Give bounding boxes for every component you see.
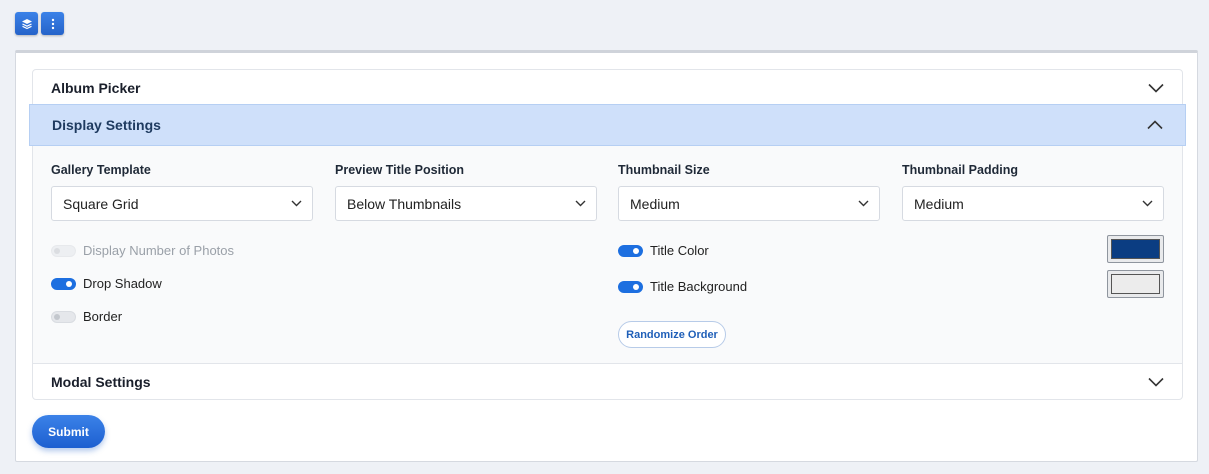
display-settings-body: Gallery Template Preview Title Position … xyxy=(33,146,1182,363)
chevron-down-icon xyxy=(291,200,302,207)
title-background-swatch[interactable] xyxy=(1107,270,1164,298)
randomize-order-button[interactable]: Randomize Order xyxy=(618,321,726,348)
accordion-display-settings[interactable]: Display Settings xyxy=(29,104,1186,146)
thumbnail-padding-label: Thumbnail Padding xyxy=(902,163,1018,177)
settings-accordion: Album Picker Display Settings Gallery Te… xyxy=(29,69,1186,400)
thumbnail-size-value: Medium xyxy=(630,195,680,212)
accordion-modal-settings[interactable]: Modal Settings xyxy=(33,363,1182,400)
preview-title-position-value: Below Thumbnails xyxy=(347,195,462,212)
toggle-row-title-color: Title Color xyxy=(618,243,709,258)
more-options-button[interactable] xyxy=(41,12,64,35)
toggle-row-drop-shadow: Drop Shadow xyxy=(51,276,162,291)
thumbnail-padding-select[interactable]: Medium xyxy=(902,186,1164,221)
title-color-toggle[interactable] xyxy=(618,244,643,257)
title-background-label: Title Background xyxy=(650,279,748,294)
preview-title-position-select[interactable]: Below Thumbnails xyxy=(335,186,597,221)
layers-button[interactable] xyxy=(15,12,38,35)
gallery-template-value: Square Grid xyxy=(63,195,139,212)
drop-shadow-label: Drop Shadow xyxy=(83,276,162,291)
display-number-of-photos-label: Display Number of Photos xyxy=(83,243,235,258)
title-color-swatch-fill xyxy=(1111,239,1160,259)
border-label: Border xyxy=(83,309,123,324)
chevron-down-icon xyxy=(858,200,869,207)
display-number-of-photos-toggle[interactable] xyxy=(51,244,76,257)
modal-settings-title: Modal Settings xyxy=(51,374,151,390)
thumbnail-size-label: Thumbnail Size xyxy=(618,163,710,177)
title-color-label: Title Color xyxy=(650,243,709,258)
settings-panel: Album Picker Display Settings Gallery Te… xyxy=(15,50,1198,462)
gallery-template-label: Gallery Template xyxy=(51,163,151,177)
title-background-swatch-fill xyxy=(1111,274,1160,294)
thumbnail-padding-value: Medium xyxy=(914,195,964,212)
top-toolbar xyxy=(15,12,64,35)
chevron-down-icon xyxy=(1148,83,1164,93)
chevron-down-icon xyxy=(575,200,586,207)
display-settings-title: Display Settings xyxy=(52,117,161,133)
toggle-row-border: Border xyxy=(51,309,122,324)
drop-shadow-toggle[interactable] xyxy=(51,277,76,290)
preview-title-position-label: Preview Title Position xyxy=(335,163,464,177)
toggle-row-title-background: Title Background xyxy=(618,279,747,294)
toggle-row-display-number-of-photos: Display Number of Photos xyxy=(51,243,234,258)
gallery-template-select[interactable]: Square Grid xyxy=(51,186,313,221)
submit-button[interactable]: Submit xyxy=(32,415,105,448)
border-toggle[interactable] xyxy=(51,310,76,323)
album-picker-title: Album Picker xyxy=(51,80,141,96)
title-background-toggle[interactable] xyxy=(618,280,643,293)
thumbnail-size-select[interactable]: Medium xyxy=(618,186,880,221)
kebab-vertical-icon xyxy=(51,18,54,29)
accordion-album-picker[interactable]: Album Picker xyxy=(33,70,1182,107)
layers-icon xyxy=(21,18,32,29)
chevron-down-icon xyxy=(1142,200,1153,207)
title-color-swatch[interactable] xyxy=(1107,235,1164,263)
chevron-down-icon xyxy=(1148,377,1164,387)
chevron-up-icon xyxy=(1147,120,1163,130)
